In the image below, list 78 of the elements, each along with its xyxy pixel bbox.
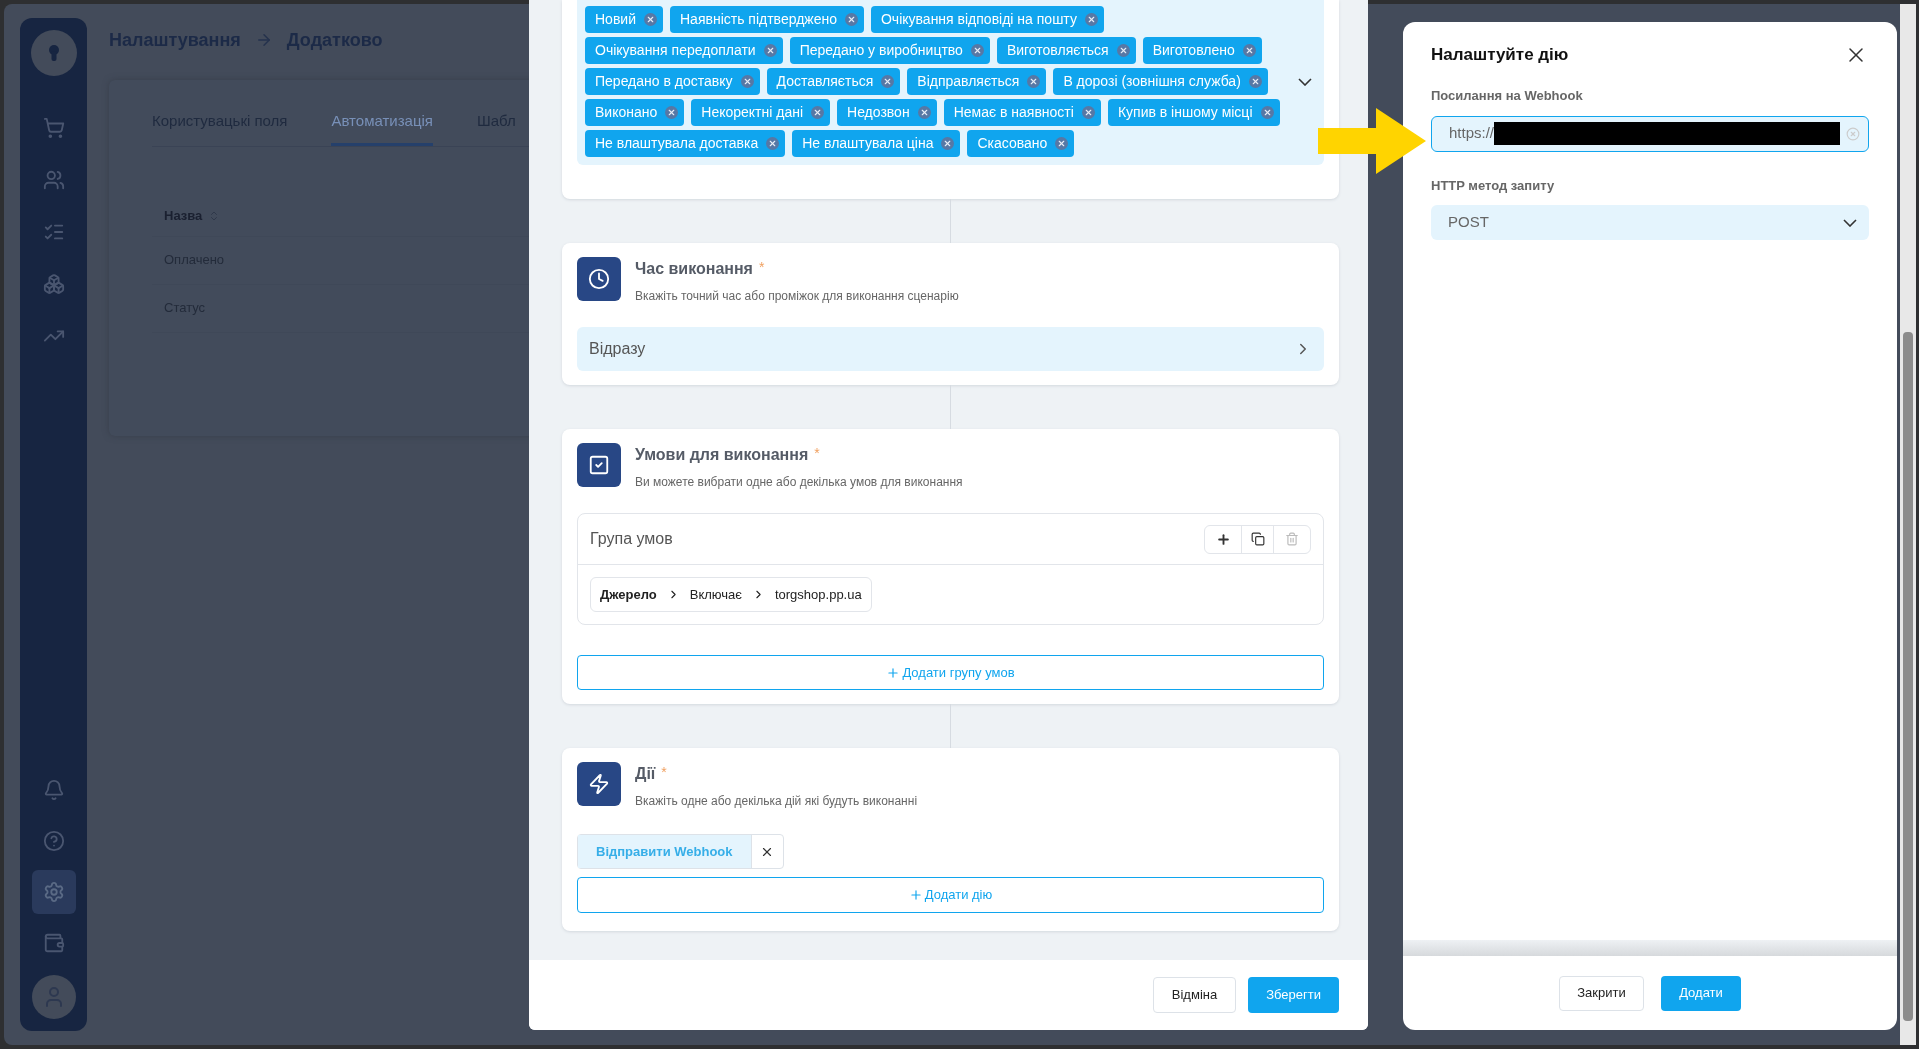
remove-icon[interactable] <box>1116 44 1130 57</box>
status-tag[interactable]: Передано в доставку <box>585 68 760 95</box>
section-title: Умови для виконання <box>635 445 809 465</box>
condition-chip[interactable]: Джерело Включає torgshop.pp.ua <box>590 577 872 612</box>
required-mark: * <box>814 444 820 463</box>
status-tag[interactable]: Виконано <box>585 99 685 126</box>
add-group-button[interactable]: Додати групу умов <box>577 655 1324 690</box>
remove-icon[interactable] <box>644 13 657 26</box>
chevron-down-icon <box>1298 77 1312 86</box>
copy-icon <box>1250 532 1265 546</box>
plus-icon <box>1215 531 1231 547</box>
status-tag[interactable]: Не влаштувала ціна <box>792 130 961 157</box>
tab[interactable]: Автоматизація <box>331 110 433 146</box>
status-tag[interactable]: Виготовляється <box>996 37 1136 64</box>
webhook-url-field[interactable]: https:// <box>1431 115 1869 152</box>
status-tag[interactable]: Новий <box>585 6 663 33</box>
status-tag[interactable]: Недозвон <box>837 99 937 126</box>
chevron-down-icon <box>1843 218 1857 227</box>
condition-value: torgshop.pp.ua <box>774 585 862 604</box>
time-select[interactable]: Відразу <box>577 327 1324 371</box>
remove-icon[interactable] <box>766 137 780 150</box>
group-title: Група умов <box>590 529 673 549</box>
status-tag[interactable]: Купив в іншому місці <box>1107 99 1280 126</box>
remove-icon[interactable] <box>1084 13 1098 26</box>
remove-icon[interactable] <box>1248 75 1262 88</box>
status-tag[interactable]: Передано у виробництво <box>789 37 990 64</box>
remove-icon[interactable] <box>845 13 858 26</box>
plus-icon <box>886 665 901 680</box>
section-hint: Ви можете вибрати одне або декілька умов для виконання <box>635 474 963 491</box>
section-hint: Вкажіть одне або декілька дій які будуть виконанні <box>635 793 918 810</box>
remove-icon[interactable] <box>740 75 754 88</box>
remove-icon[interactable] <box>1055 137 1069 150</box>
section-title: Дії <box>635 764 656 784</box>
remove-icon[interactable] <box>1081 106 1095 119</box>
status-tag[interactable]: Відправляється <box>907 68 1047 95</box>
trash-icon <box>1285 532 1299 546</box>
section-title: Час виконання <box>635 259 753 279</box>
remove-icon[interactable] <box>763 44 777 57</box>
status-tag[interactable]: Очікування відповіді на пошту <box>871 6 1104 33</box>
status-select[interactable] <box>577 0 1324 165</box>
status-tag[interactable]: Доставляється <box>766 68 901 95</box>
status-tag[interactable]: Некоректні дані <box>691 99 831 126</box>
field-label: HTTP метод запиту <box>1431 176 1556 195</box>
remove-icon[interactable] <box>970 44 984 57</box>
add-button[interactable]: Додати <box>1661 975 1741 1011</box>
clock-icon <box>577 257 621 301</box>
remove-icon[interactable] <box>1027 75 1041 88</box>
plus-icon <box>908 888 923 902</box>
status-tag[interactable]: Наявність підтверджено <box>670 6 864 33</box>
remove-icon[interactable] <box>1260 106 1274 119</box>
condition-operator: Включає <box>689 585 742 604</box>
section-hint: Вкажіть точний час або проміжок для виконання сценарію <box>635 288 959 305</box>
settings-icon[interactable] <box>31 870 76 914</box>
status-tag[interactable]: В дорозі (зовнішня служба) <box>1053 68 1268 95</box>
condition-field: Джерело <box>600 584 657 605</box>
method-select[interactable]: POST <box>1431 205 1869 240</box>
required-mark: * <box>758 258 765 277</box>
save-button[interactable]: Зберегти <box>1248 977 1339 1013</box>
status-tag[interactable]: Немає в наявності <box>943 99 1101 126</box>
status-tag[interactable]: Виготовлено <box>1142 37 1262 64</box>
remove-icon[interactable] <box>811 106 825 119</box>
lightning-icon <box>577 762 621 806</box>
cancel-button[interactable]: Відміна <box>1152 977 1237 1013</box>
remove-icon[interactable] <box>665 106 679 119</box>
close-dialog-button[interactable]: Закрити <box>1559 975 1644 1011</box>
checkbox-icon <box>577 443 621 487</box>
required-mark: * <box>661 763 667 782</box>
remove-icon[interactable] <box>917 106 931 119</box>
status-tag[interactable]: Очікування передоплати <box>585 37 783 64</box>
action-chip[interactable]: Відправити Webhook <box>578 835 751 868</box>
remove-icon[interactable] <box>881 75 895 88</box>
add-action-button[interactable]: Додати дію <box>577 877 1324 913</box>
status-tag[interactable]: Скасовано <box>967 130 1075 157</box>
remove-icon[interactable] <box>941 137 955 150</box>
status-tag[interactable]: Не влаштувала доставка <box>585 130 786 157</box>
dialog-title: Налаштуйте дію <box>1431 44 1569 67</box>
field-label: Посилання на Webhook <box>1431 87 1584 105</box>
remove-icon[interactable] <box>1242 44 1256 57</box>
